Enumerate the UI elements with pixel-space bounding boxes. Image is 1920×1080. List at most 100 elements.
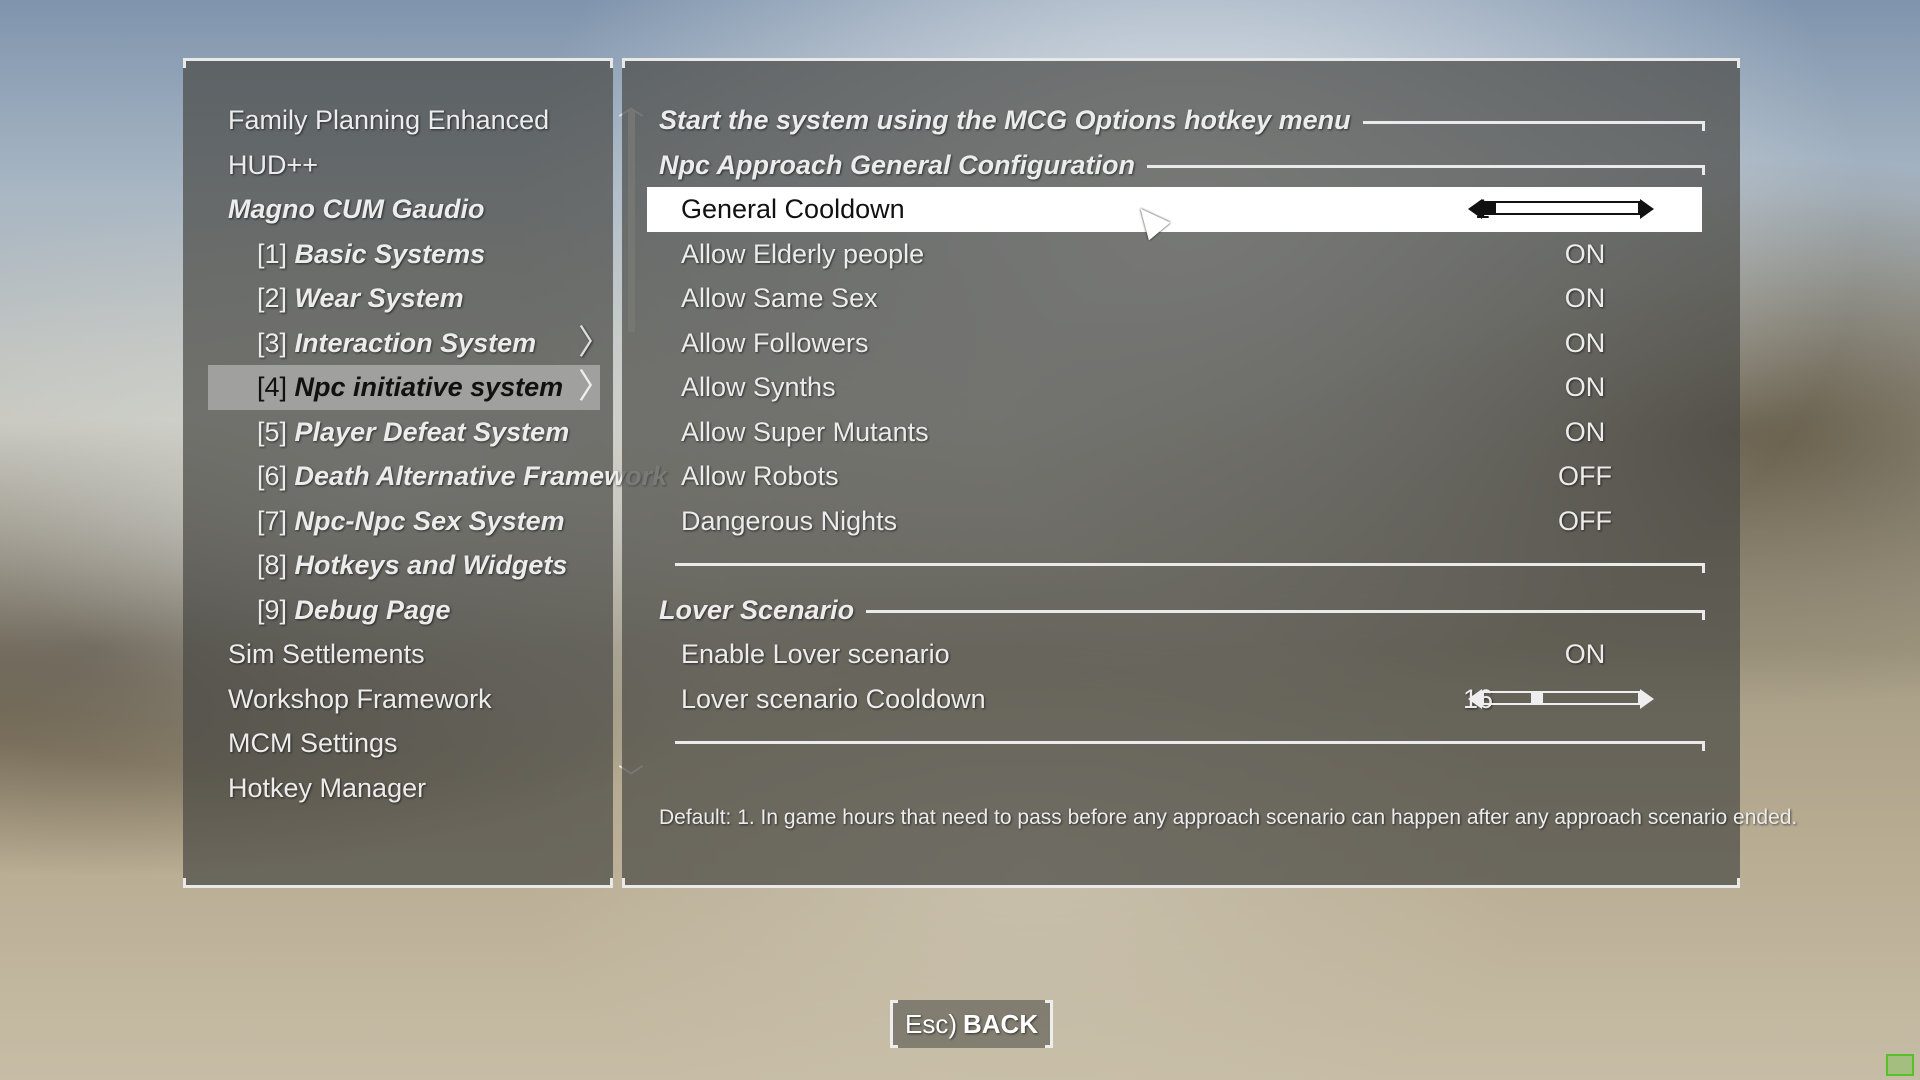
back-label: BACK (963, 1009, 1039, 1039)
section-divider (866, 610, 1705, 621)
mod-item-family-planning[interactable]: Family Planning Enhanced (186, 98, 610, 143)
mod-item-label: Workshop Framework (228, 683, 492, 714)
slider-track[interactable] (1482, 201, 1640, 215)
section-divider (625, 721, 1737, 766)
section-divider (625, 543, 1737, 588)
page-item-death-alternative-framework[interactable]: [6] Death Alternative Framework (186, 454, 667, 499)
setting-label: Allow Super Mutants (681, 416, 929, 447)
mod-item-mcm-settings[interactable]: MCM Settings (186, 721, 610, 766)
setting-allow-elderly[interactable]: Allow Elderly people ON (625, 232, 1737, 277)
section-header-npc-approach: Npc Approach General Configuration (625, 143, 1737, 188)
settings-panel: Start the system using the MCG Options h… (622, 58, 1797, 888)
mod-item-magno-cum-gaudio[interactable]: Magno CUM Gaudio (186, 187, 610, 232)
mod-item-label: HUD++ (228, 149, 319, 180)
page-number: [3] (257, 327, 288, 358)
toggle-value[interactable]: ON (1535, 276, 1635, 321)
page-item-basic-systems[interactable]: [1] Basic Systems (186, 232, 610, 277)
chevron-right-icon: 〉 (578, 323, 612, 362)
toggle-value[interactable]: ON (1535, 232, 1635, 277)
page-number: [5] (257, 416, 288, 447)
slider-increase-icon[interactable] (1640, 688, 1654, 709)
mod-item-label: Family Planning Enhanced (228, 105, 550, 135)
mod-item-label: Hotkey Manager (228, 772, 427, 803)
back-key-hint: Esc) (905, 1009, 957, 1039)
page-label: Hotkeys and Widgets (294, 550, 568, 580)
page-number: [8] (257, 550, 288, 580)
mod-item-label: Magno CUM Gaudio (228, 194, 485, 224)
page-number: [2] (257, 283, 288, 313)
slider-track[interactable] (1482, 690, 1640, 705)
setting-dangerous-nights[interactable]: Dangerous Nights OFF (625, 499, 1737, 544)
section-divider (1362, 120, 1706, 131)
setting-description: Default: 1. In game hours that need to p… (659, 806, 1798, 829)
mod-list-panel: Family Planning Enhanced HUD++ Magno CUM… (183, 58, 667, 888)
cooldown-slider[interactable] (1468, 688, 1654, 709)
setting-general-cooldown[interactable]: General Cooldown 1 (647, 187, 1702, 232)
page-label: Basic Systems (294, 238, 486, 269)
setting-allow-super-mutants[interactable]: Allow Super Mutants ON (625, 410, 1737, 455)
mod-item-label: MCM Settings (228, 728, 398, 758)
section-title: Npc Approach General Configuration (659, 149, 1136, 180)
section-title: Lover Scenario (659, 594, 855, 625)
page-item-hotkeys-and-widgets[interactable]: [8] Hotkeys and Widgets (186, 543, 610, 588)
slider-increase-icon[interactable] (1640, 199, 1654, 219)
setting-label: Dangerous Nights (681, 505, 898, 536)
setting-label: Lover scenario Cooldown (681, 683, 986, 714)
setting-label: Allow Followers (681, 327, 869, 358)
setting-label: Allow Same Sex (681, 283, 878, 313)
page-item-debug-page[interactable]: [9] Debug Page (186, 588, 610, 633)
setting-allow-robots[interactable]: Allow Robots OFF (625, 454, 1737, 499)
setting-allow-same-sex[interactable]: Allow Same Sex ON (625, 276, 1737, 321)
setting-allow-synths[interactable]: Allow Synths ON (625, 365, 1737, 410)
overlay-logo-icon (1886, 1054, 1914, 1076)
page-label: Death Alternative Framework (294, 461, 668, 491)
cooldown-slider[interactable] (1468, 199, 1654, 219)
mod-list: Family Planning Enhanced HUD++ Magno CUM… (186, 98, 667, 811)
page-item-interaction-system[interactable]: [3] Interaction System 〉 (186, 321, 612, 366)
mod-item-workshop-framework[interactable]: Workshop Framework (186, 677, 610, 722)
mod-item-sim-settlements[interactable]: Sim Settlements (186, 632, 610, 677)
setting-label: Enable Lover scenario (681, 639, 950, 669)
toggle-value[interactable]: ON (1535, 321, 1635, 366)
page-number: [6] (257, 461, 288, 491)
mod-item-hud[interactable]: HUD++ (186, 143, 610, 188)
mod-item-label: Sim Settlements (228, 639, 425, 669)
section-title: Start the system using the MCG Options h… (659, 105, 1351, 135)
toggle-value[interactable]: ON (1535, 410, 1635, 455)
page-label: Npc initiative system (294, 372, 564, 402)
slider-thumb[interactable] (1530, 690, 1543, 705)
setting-label: Allow Elderly people (681, 238, 925, 269)
page-label: Player Defeat System (294, 416, 570, 447)
page-item-wear-system[interactable]: [2] Wear System (186, 276, 610, 321)
slider-decrease-icon[interactable] (1468, 199, 1482, 219)
section-divider (1147, 165, 1705, 176)
page-label: Interaction System (294, 327, 537, 358)
toggle-value[interactable]: ON (1535, 365, 1635, 410)
setting-enable-lover-scenario[interactable]: Enable Lover scenario ON (625, 632, 1737, 677)
page-item-npc-initiative-system[interactable]: [4] Npc initiative system 〉 (208, 365, 612, 410)
setting-allow-followers[interactable]: Allow Followers ON (625, 321, 1737, 366)
page-number: [9] (257, 594, 288, 625)
page-number: [1] (257, 238, 288, 269)
page-label: Wear System (294, 283, 464, 313)
toggle-value[interactable]: OFF (1535, 454, 1635, 499)
toggle-value[interactable]: ON (1535, 632, 1635, 677)
section-header-lover-scenario: Lover Scenario (625, 588, 1737, 633)
settings-list: Start the system using the MCG Options h… (625, 98, 1737, 766)
setting-label: Allow Robots (681, 461, 839, 491)
page-item-npc-npc-sex-system[interactable]: [7] Npc-Npc Sex System (186, 499, 610, 544)
page-label: Npc-Npc Sex System (294, 505, 565, 536)
mod-item-hotkey-manager[interactable]: Hotkey Manager (186, 766, 610, 811)
setting-label: General Cooldown (681, 194, 905, 224)
setting-label: Allow Synths (681, 372, 836, 402)
section-header-hotkey-info: Start the system using the MCG Options h… (625, 98, 1737, 143)
page-item-player-defeat-system[interactable]: [5] Player Defeat System (186, 410, 610, 455)
setting-lover-scenario-cooldown[interactable]: Lover scenario Cooldown 16 (625, 677, 1737, 722)
page-label: Debug Page (294, 594, 451, 625)
slider-thumb[interactable] (1484, 201, 1496, 215)
toggle-value[interactable]: OFF (1535, 499, 1635, 544)
page-number: [4] (257, 372, 288, 402)
chevron-right-icon: 〉 (578, 368, 612, 406)
slider-decrease-icon[interactable] (1468, 688, 1482, 709)
back-button[interactable]: Esc) BACK (890, 1000, 1054, 1048)
